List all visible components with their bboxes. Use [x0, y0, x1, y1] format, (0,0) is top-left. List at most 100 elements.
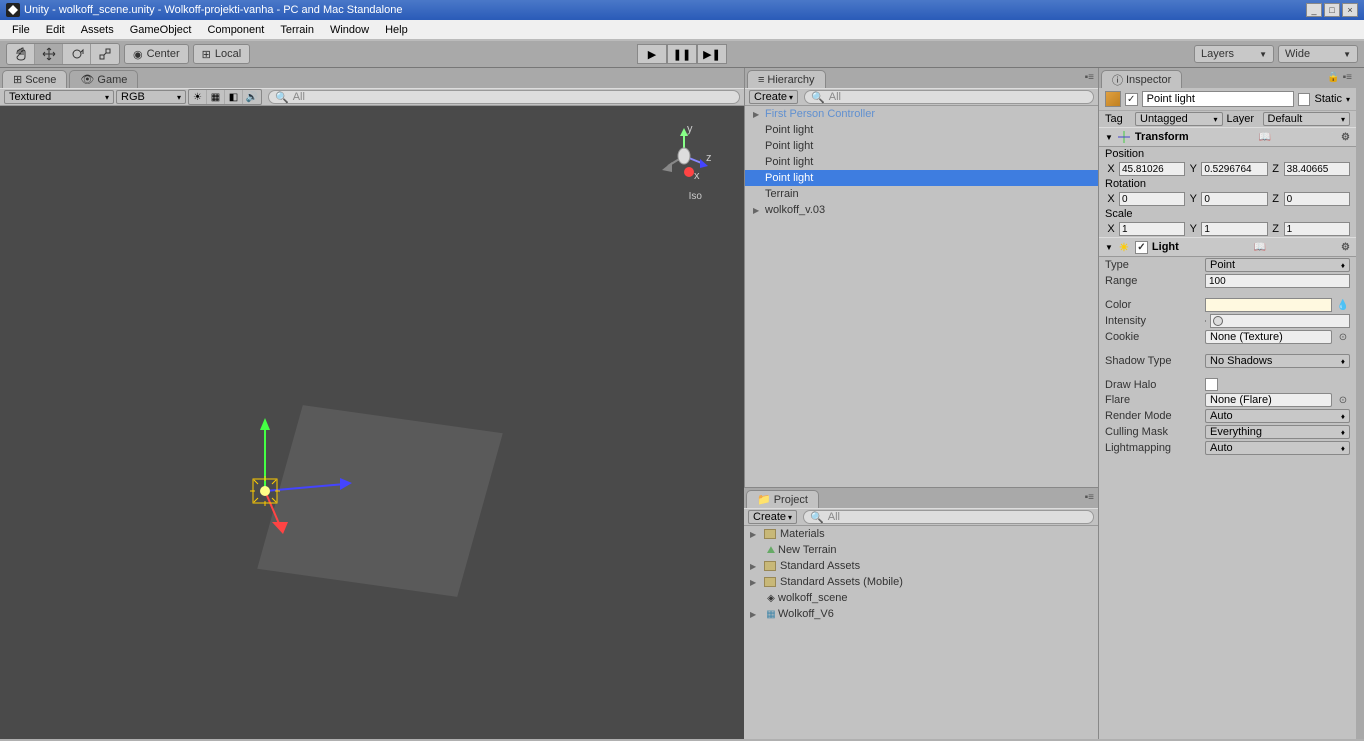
- hierarchy-item[interactable]: ▶wolkoff_v.03: [745, 202, 1098, 218]
- menu-edit[interactable]: Edit: [38, 22, 73, 38]
- hierarchy-panel-menu[interactable]: ▪≡: [1085, 72, 1094, 83]
- rotate-tool[interactable]: [63, 44, 91, 64]
- component-help-icon[interactable]: 📖: [1259, 132, 1271, 143]
- project-item[interactable]: ⛰New Terrain: [744, 542, 1098, 558]
- hierarchy-item[interactable]: Point light: [745, 138, 1098, 154]
- menu-help[interactable]: Help: [377, 22, 416, 38]
- flare-field[interactable]: None (Flare): [1205, 393, 1332, 407]
- fold-arrow-icon[interactable]: ▼: [1105, 243, 1113, 252]
- scene-rendermode-dropdown[interactable]: RGB▾: [116, 90, 186, 104]
- light-component-header[interactable]: ▼ ☀ ✓ Light 📖 ⚙: [1099, 237, 1356, 257]
- scene-lighting-toggle[interactable]: ☀: [189, 90, 207, 104]
- tab-game[interactable]: 👁 Game: [69, 70, 138, 88]
- menu-terrain[interactable]: Terrain: [272, 22, 322, 38]
- component-help-icon[interactable]: 📖: [1254, 242, 1266, 253]
- project-item[interactable]: ◈wolkoff_scene: [744, 590, 1098, 606]
- range-field[interactable]: [1205, 274, 1350, 288]
- hierarchy-create-dropdown[interactable]: Create▾: [749, 90, 798, 104]
- step-button[interactable]: ▶❚: [697, 44, 727, 64]
- scene-search[interactable]: 🔍All: [268, 90, 740, 104]
- transform-component-header[interactable]: ▼ Transform 📖 ⚙: [1099, 127, 1356, 147]
- active-checkbox[interactable]: ✓: [1125, 93, 1138, 106]
- component-settings-icon[interactable]: ⚙: [1341, 242, 1350, 253]
- menu-window[interactable]: Window: [322, 22, 377, 38]
- component-settings-icon[interactable]: ⚙: [1341, 132, 1350, 143]
- position-x-field[interactable]: [1119, 162, 1185, 176]
- close-button[interactable]: ×: [1342, 3, 1358, 17]
- projection-label[interactable]: Iso: [689, 191, 702, 202]
- object-picker-icon[interactable]: ⊙: [1336, 393, 1350, 407]
- inspector-panel-menu[interactable]: 🔒 ▪≡: [1327, 72, 1352, 83]
- minimize-button[interactable]: _: [1306, 3, 1322, 17]
- project-item[interactable]: ▶▦Wolkoff_V6: [744, 606, 1098, 622]
- scene-gizmo-toggle[interactable]: ◧: [225, 90, 243, 104]
- scene-viewport[interactable]: y z x Iso: [0, 106, 744, 739]
- tab-inspector[interactable]: ⓘ Inspector: [1101, 70, 1182, 88]
- tab-project[interactable]: 📁 Project: [746, 490, 819, 508]
- intensity-slider[interactable]: [1205, 314, 1206, 328]
- scale-z-field[interactable]: [1284, 222, 1350, 236]
- intensity-field[interactable]: [1210, 314, 1350, 328]
- project-item[interactable]: ▶Standard Assets (Mobile): [744, 574, 1098, 590]
- hierarchy-item[interactable]: Point light: [745, 154, 1098, 170]
- project-create-dropdown[interactable]: Create▾: [748, 510, 797, 524]
- lightmapping-dropdown[interactable]: Auto♦: [1205, 441, 1350, 455]
- light-type-dropdown[interactable]: Point♦: [1205, 258, 1350, 272]
- scale-tool[interactable]: [91, 44, 119, 64]
- pause-button[interactable]: ❚❚: [667, 44, 697, 64]
- color-picker[interactable]: [1205, 298, 1332, 312]
- project-list[interactable]: ▶Materials ⛰New Terrain ▶Standard Assets…: [744, 526, 1098, 739]
- scale-y-field[interactable]: [1201, 222, 1267, 236]
- hierarchy-item[interactable]: ▶First Person Controller: [745, 106, 1098, 122]
- position-y-field[interactable]: [1201, 162, 1267, 176]
- hierarchy-search[interactable]: 🔍All: [804, 90, 1094, 104]
- coord-space-toggle[interactable]: ⊞Local: [193, 44, 251, 64]
- maximize-button[interactable]: □: [1324, 3, 1340, 17]
- menu-gameobject[interactable]: GameObject: [122, 22, 200, 38]
- project-item[interactable]: ▶Standard Assets: [744, 558, 1098, 574]
- menu-assets[interactable]: Assets: [73, 22, 122, 38]
- scale-x-field[interactable]: [1119, 222, 1185, 236]
- expand-arrow-icon[interactable]: ▶: [750, 562, 756, 571]
- menu-file[interactable]: File: [4, 22, 38, 38]
- project-panel-menu[interactable]: ▪≡: [1085, 492, 1094, 503]
- expand-arrow-icon[interactable]: ▶: [753, 110, 759, 119]
- play-button[interactable]: ▶: [637, 44, 667, 64]
- layer-dropdown[interactable]: Default▾: [1263, 112, 1351, 126]
- hierarchy-list[interactable]: ▶First Person Controller Point light Poi…: [745, 106, 1098, 487]
- object-name-field[interactable]: [1142, 91, 1294, 107]
- hand-tool[interactable]: [7, 44, 35, 64]
- rotation-y-field[interactable]: [1201, 192, 1267, 206]
- culling-mask-dropdown[interactable]: Everything♦: [1205, 425, 1350, 439]
- hierarchy-item-selected[interactable]: Point light: [745, 170, 1098, 186]
- tab-hierarchy[interactable]: ≡ Hierarchy: [747, 70, 826, 88]
- scene-audio-toggle[interactable]: 🔊: [243, 90, 261, 104]
- hierarchy-item[interactable]: Point light: [745, 122, 1098, 138]
- hierarchy-item[interactable]: Terrain: [745, 186, 1098, 202]
- static-checkbox[interactable]: [1298, 93, 1311, 106]
- expand-arrow-icon[interactable]: ▶: [750, 578, 756, 587]
- cookie-field[interactable]: None (Texture): [1205, 330, 1332, 344]
- light-enabled-checkbox[interactable]: ✓: [1135, 241, 1148, 254]
- project-item[interactable]: ▶Materials: [744, 526, 1098, 542]
- draw-halo-checkbox[interactable]: [1205, 378, 1218, 391]
- object-picker-icon[interactable]: ⊙: [1336, 330, 1350, 344]
- project-search[interactable]: 🔍All: [803, 510, 1094, 524]
- shadow-type-dropdown[interactable]: No Shadows♦: [1205, 354, 1350, 368]
- position-z-field[interactable]: [1284, 162, 1350, 176]
- render-mode-dropdown[interactable]: Auto♦: [1205, 409, 1350, 423]
- menu-component[interactable]: Component: [199, 22, 272, 38]
- tab-scene[interactable]: ⊞ Scene: [2, 70, 67, 88]
- scene-fx-toggle[interactable]: ▦: [207, 90, 225, 104]
- layout-dropdown[interactable]: Wide▼: [1278, 45, 1358, 63]
- expand-arrow-icon[interactable]: ▶: [750, 610, 756, 619]
- color-eyedropper-icon[interactable]: 💧: [1336, 298, 1350, 312]
- tag-dropdown[interactable]: Untagged▾: [1135, 112, 1223, 126]
- orientation-gizmo[interactable]: y z x: [654, 126, 714, 186]
- point-light-gizmo[interactable]: [250, 416, 370, 539]
- rotation-z-field[interactable]: [1284, 192, 1350, 206]
- expand-arrow-icon[interactable]: ▶: [753, 206, 759, 215]
- scene-shading-dropdown[interactable]: Textured▾: [4, 90, 114, 104]
- expand-arrow-icon[interactable]: ▶: [750, 530, 756, 539]
- move-tool[interactable]: [35, 44, 63, 64]
